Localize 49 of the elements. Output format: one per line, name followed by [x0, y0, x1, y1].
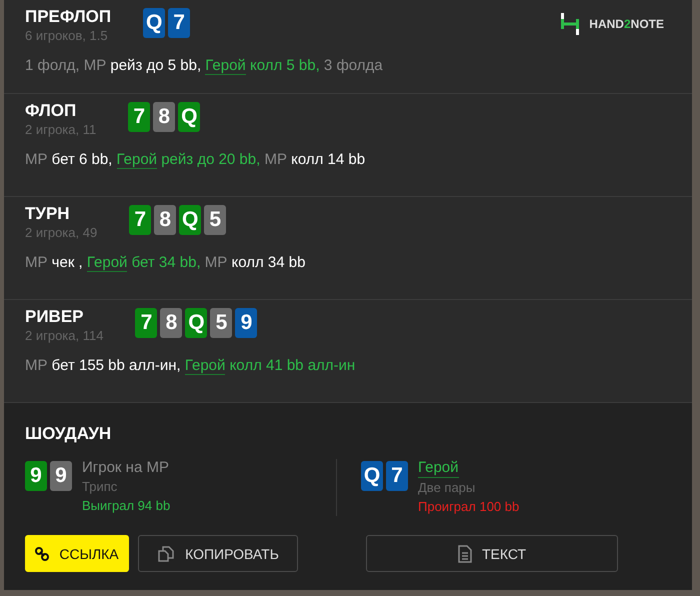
link-button[interactable]: ССЫЛКА	[25, 535, 129, 572]
street-info: 2 игрока, 114	[25, 328, 104, 344]
hero-link[interactable]: Герой	[184, 357, 226, 375]
playing-card: Q	[361, 461, 383, 491]
playing-card: Q	[185, 308, 208, 338]
hero-link[interactable]: Герой	[205, 57, 246, 75]
link-icon	[35, 546, 50, 560]
playing-card: 9	[25, 461, 47, 491]
playing-card: 9	[235, 308, 258, 338]
showdown-title: ШОУДАУН	[25, 423, 112, 445]
playing-card: 8	[153, 102, 176, 132]
playing-card: Q	[179, 205, 202, 235]
playing-card: Q	[143, 8, 166, 38]
playing-card: 8	[154, 205, 176, 235]
action-line: МР бет 6 bb, Герой рейз до 20 bb, МР колл 14 bb	[25, 151, 366, 168]
street-title: РИВЕР	[25, 306, 85, 328]
action-line: МР бет 155 bb алл-ин, Герой колл 41 bb алл-ин	[25, 357, 356, 374]
street-info: 6 игроков, 1.5	[25, 28, 109, 44]
playing-card: 5	[210, 308, 232, 338]
copy-button[interactable]: КОПИРОВАТЬ	[138, 535, 298, 572]
action-line: 1 фолд, МР рейз до 5 bb, Герой колл 5 bb, 3 фолда	[25, 57, 384, 74]
playing-card: 9	[50, 461, 72, 491]
action-line: МР чек , Герой бет 34 bb, МР колл 34 bb	[25, 254, 306, 271]
playing-card: 7	[129, 205, 152, 235]
text-button[interactable]: ТЕКСТ	[366, 535, 618, 572]
street-info: 2 игрока, 11	[25, 122, 96, 138]
playing-card: 7	[386, 461, 408, 491]
hero-link[interactable]: Герой	[116, 151, 158, 169]
hero-link[interactable]: Герой	[86, 254, 128, 272]
copy-icon	[157, 546, 176, 562]
hero-link[interactable]: Герой	[418, 459, 459, 478]
street-title: ТУРН	[25, 203, 71, 225]
player-name: Игрок на МР	[82, 459, 169, 477]
logo-text: HAND2NOTE	[589, 17, 664, 31]
document-icon	[458, 544, 472, 562]
hand-rank: Две пары	[418, 479, 476, 497]
playing-card: Q	[178, 102, 200, 132]
playing-card: 8	[160, 308, 182, 338]
street-title: ФЛОП	[25, 100, 78, 122]
result-text: Проиграл 100 bb	[418, 498, 520, 516]
playing-card: 7	[128, 102, 150, 132]
playing-card: 5	[204, 205, 226, 235]
logo-icon	[559, 13, 582, 35]
result-text: Выиграл 94 bb	[82, 497, 170, 515]
playing-card: 7	[168, 8, 190, 38]
playing-card: 7	[135, 308, 158, 338]
street-info: 2 игрока, 49	[25, 225, 98, 241]
hand-rank: Трипс	[82, 478, 118, 496]
street-title: ПРЕФЛОП	[25, 6, 112, 28]
